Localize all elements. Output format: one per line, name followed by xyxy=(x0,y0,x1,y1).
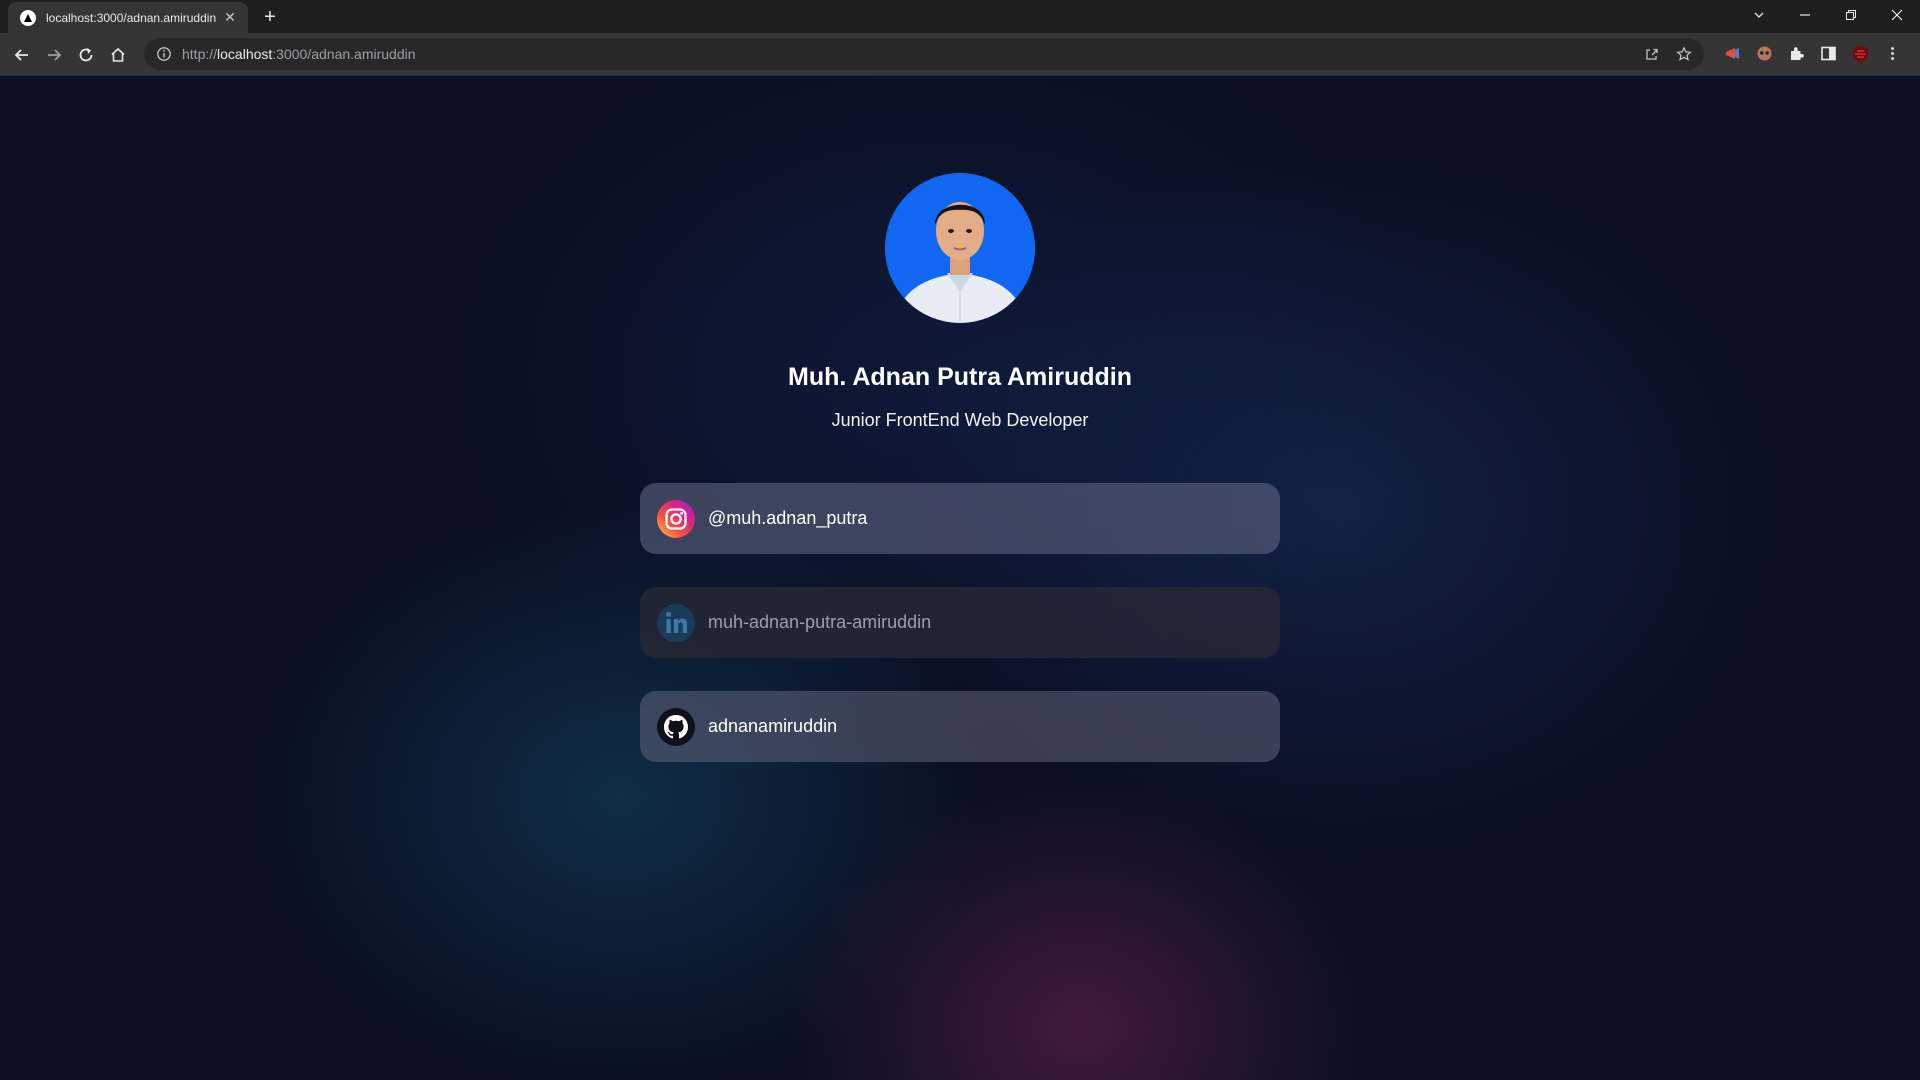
extensions-area xyxy=(1712,41,1904,65)
mask-extension-icon[interactable] xyxy=(1752,41,1776,65)
instagram-icon xyxy=(656,499,696,539)
url-host: localhost xyxy=(217,46,273,62)
window-controls xyxy=(1736,0,1920,30)
favicon-icon xyxy=(20,9,36,26)
back-icon[interactable] xyxy=(8,41,36,69)
reload-icon[interactable] xyxy=(72,41,100,69)
new-tab-button[interactable]: + xyxy=(256,5,284,29)
url-text: http://localhost:3000/adnan.amiruddin xyxy=(182,46,416,62)
instagram-link-button[interactable]: @muh.adnan_putra xyxy=(640,483,1280,554)
home-icon[interactable] xyxy=(104,41,132,69)
url-scheme: http:// xyxy=(182,46,218,62)
browser-toolbar: http://localhost:3000/adnan.amiruddin xyxy=(0,33,1920,76)
close-window-icon[interactable] xyxy=(1874,0,1920,30)
tab-strip: localhost:3000/adnan.amiruddin ✕ + xyxy=(0,0,1920,33)
close-tab-icon[interactable]: ✕ xyxy=(222,9,238,26)
profile-role: Junior FrontEnd Web Developer xyxy=(831,410,1089,430)
profile-avatar-icon[interactable] xyxy=(1848,41,1872,65)
tab-search-icon[interactable] xyxy=(1736,0,1782,30)
share-icon[interactable] xyxy=(1640,42,1664,66)
page-content: Muh. Adnan Putra Amiruddin Junior FrontE… xyxy=(0,77,1920,1080)
github-handle: adnanamiruddin xyxy=(708,716,838,736)
info-icon[interactable] xyxy=(156,46,172,62)
address-bar-actions xyxy=(1632,42,1696,66)
forward-icon[interactable] xyxy=(40,41,68,69)
menu-icon[interactable] xyxy=(1880,41,1904,65)
profile-name: Muh. Adnan Putra Amiruddin xyxy=(788,363,1132,391)
linkedin-link-button[interactable]: muh-adnan-putra-amiruddin xyxy=(640,587,1280,658)
linkedin-handle: muh-adnan-putra-amiruddin xyxy=(708,612,932,632)
url-path: :3000/adnan.amiruddin xyxy=(272,46,416,62)
tab-title: localhost:3000/adnan.amiruddin xyxy=(46,10,217,25)
linkedin-icon xyxy=(656,603,696,643)
github-icon xyxy=(656,707,696,747)
browser-tab[interactable]: localhost:3000/adnan.amiruddin ✕ xyxy=(8,2,248,33)
sidepanel-icon[interactable] xyxy=(1816,41,1840,65)
github-link-button[interactable]: adnanamiruddin xyxy=(640,691,1280,762)
address-bar[interactable]: http://localhost:3000/adnan.amiruddin xyxy=(144,38,1704,70)
instagram-handle: @muh.adnan_putra xyxy=(708,508,868,528)
megaphone-extension-icon[interactable] xyxy=(1720,41,1744,65)
minimize-icon[interactable] xyxy=(1782,0,1828,30)
extensions-icon[interactable] xyxy=(1784,41,1808,65)
person-photo-icon xyxy=(885,173,1035,323)
restore-icon[interactable] xyxy=(1828,0,1874,30)
star-icon[interactable] xyxy=(1672,42,1696,66)
profile-avatar xyxy=(885,173,1035,323)
